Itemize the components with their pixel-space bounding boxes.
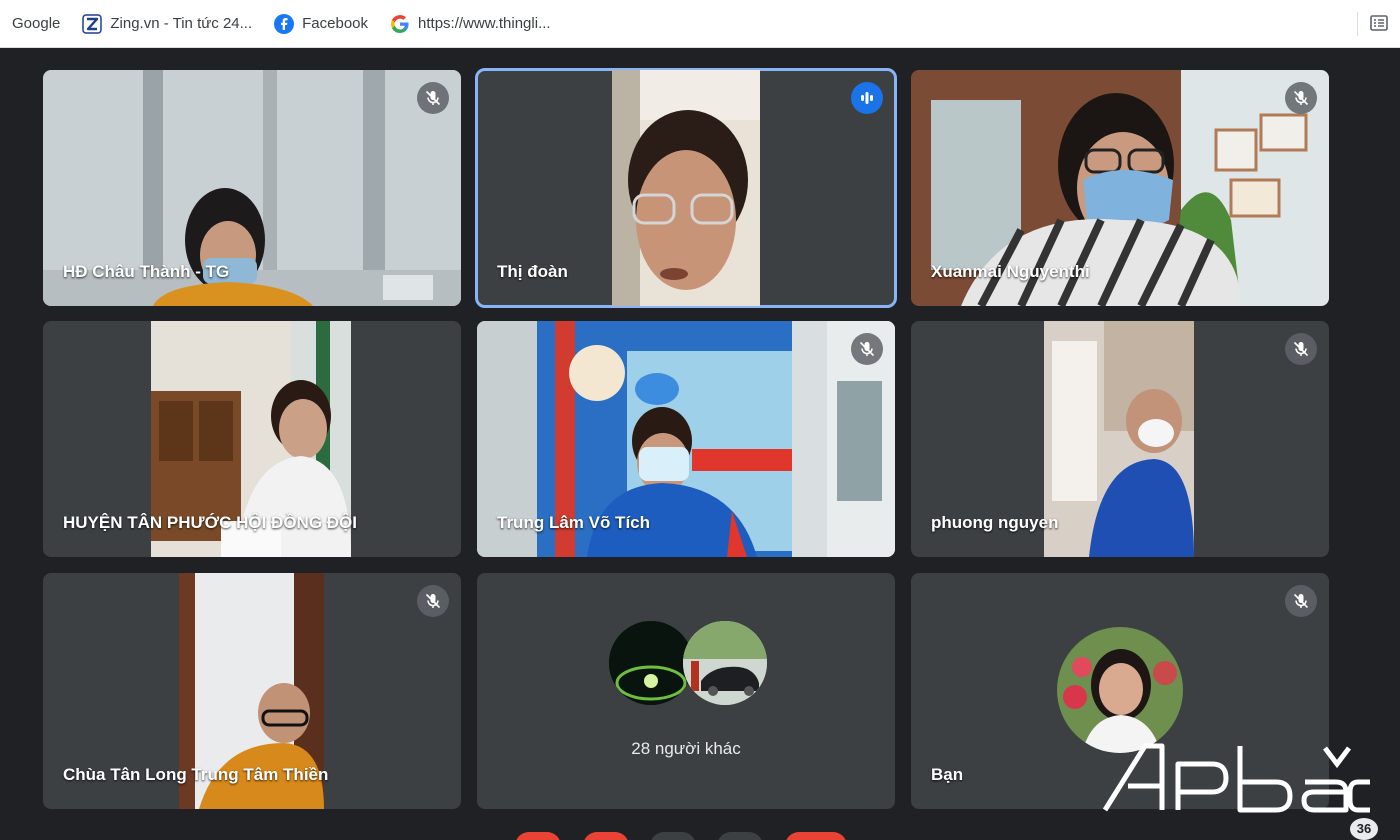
mic-off-icon [1285, 333, 1317, 365]
reading-list-icon[interactable] [1368, 12, 1390, 34]
camera-button[interactable] [583, 832, 629, 840]
avatar [1057, 627, 1183, 753]
mic-off-icon [851, 333, 883, 365]
bookmark-zing[interactable]: Zing.vn - Tin tức 24... [78, 9, 262, 39]
others-count-label: 28 người khác [631, 739, 741, 758]
bookmark-thinglink[interactable]: https://www.thingli... [386, 9, 561, 39]
participant-name: HUYỆN TÂN PHƯỚC HỘI ĐỒNG ĐỘI [63, 513, 358, 532]
bookmark-facebook[interactable]: Facebook [270, 9, 378, 39]
captions-button[interactable] [650, 832, 696, 840]
participant-tile[interactable]: Chùa Tân Long Trung Tâm Thiền [43, 573, 461, 809]
bookmark-label: Zing.vn - Tin tức 24... [110, 15, 253, 32]
bookmark-label: Google [12, 15, 61, 32]
google-g-icon [390, 14, 410, 34]
participant-tile[interactable]: HĐ Châu Thành - TG [43, 70, 461, 306]
mic-off-icon [417, 82, 449, 114]
participant-tile[interactable]: Xuanmai Nguyenthi [911, 70, 1329, 306]
mic-off-icon [1285, 585, 1317, 617]
others-tile[interactable]: 28 người khác [477, 573, 895, 809]
bookmark-google[interactable]: Google [10, 9, 70, 39]
participant-tile[interactable]: Trung Lâm Võ Tích [477, 321, 895, 557]
participant-tile[interactable]: phuong nguyen [911, 321, 1329, 557]
participant-video [612, 70, 760, 306]
participant-name: Trung Lâm Võ Tích [497, 513, 651, 532]
facebook-icon [274, 13, 295, 34]
participant-name: Chùa Tân Long Trung Tâm Thiền [63, 765, 329, 784]
participant-name: HĐ Châu Thành - TG [63, 262, 230, 281]
bookmark-label: Facebook [302, 15, 369, 32]
participant-name: phuong nguyen [931, 513, 1059, 532]
participant-tile[interactable]: Thị đoàn [475, 68, 897, 308]
leave-call-button[interactable] [785, 832, 847, 840]
apbac-logo [1100, 738, 1375, 818]
participant-name: Xuanmai Nguyenthi [931, 262, 1090, 281]
avatar [683, 621, 767, 705]
bookmarks-divider [1357, 12, 1358, 36]
participant-tile[interactable]: HUYỆN TÂN PHƯỚC HỘI ĐỒNG ĐỘI [43, 321, 461, 557]
participant-video [1044, 321, 1194, 557]
mic-off-icon [1285, 82, 1317, 114]
participant-name: Thị đoàn [497, 262, 568, 281]
participant-count-badge[interactable]: 36 [1350, 818, 1378, 840]
avatar [609, 621, 693, 705]
participant-name: Bạn [931, 765, 964, 784]
present-button[interactable] [717, 832, 763, 840]
audio-level-icon [851, 82, 883, 114]
zing-icon [82, 13, 103, 34]
mic-button[interactable] [515, 832, 561, 840]
bookmark-label: https://www.thingli... [418, 15, 551, 32]
bookmarks-bar: Google Zing.vn - Tin tức 24... Facebook … [0, 0, 1400, 48]
mic-off-icon [417, 585, 449, 617]
